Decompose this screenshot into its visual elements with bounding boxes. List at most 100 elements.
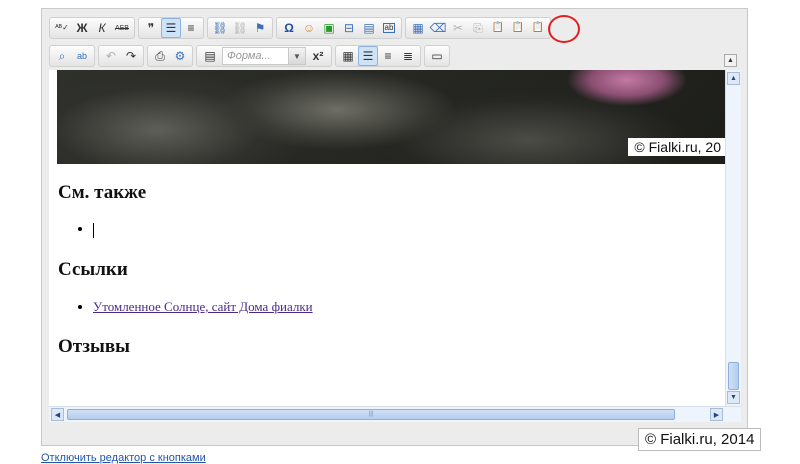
undo-icon: ↶ [105, 49, 117, 63]
align-left-button[interactable]: ☰ [358, 46, 378, 66]
spellcheck-button[interactable]: ᴬᴮ✓ [52, 18, 72, 38]
source-button[interactable]: ▦ [408, 18, 428, 38]
unlink-button[interactable]: ⛓ [230, 18, 250, 38]
anchor-button[interactable]: ⚑ [250, 18, 270, 38]
toolbar-group-text: ᴬᴮ✓ Ж К АБВ [49, 17, 135, 39]
strikethrough-icon: АБВ [115, 24, 129, 32]
media-button[interactable]: ▤ [359, 18, 379, 38]
chevron-down-icon: ▼ [288, 48, 305, 64]
scroll-up-button[interactable]: ▲ [727, 72, 740, 85]
toolbar-group-lists: ❞ ☰ ≡ [138, 17, 204, 39]
heading-links: Ссылки [58, 259, 128, 280]
toolbar-group-find: ⌕ ab [49, 45, 95, 67]
media-icon: ▤ [363, 21, 375, 35]
paste-icon: 📋 [491, 22, 505, 33]
paste-word-button[interactable]: 📋 [528, 18, 548, 38]
toolbar-group-links: ⛓ ⛓ ⚑ [207, 17, 273, 39]
toolbar-group-format: ▤ Форма... ▼ x² [196, 45, 332, 67]
special-char-button[interactable]: Ω [279, 18, 299, 38]
horizontal-rule-icon: ▭ [431, 49, 443, 63]
table-icon: ⊟ [343, 21, 355, 35]
toolbar-group-align: ▦ ☰ ≡ ≣ [335, 45, 421, 67]
bold-button[interactable]: Ж [72, 18, 92, 38]
image-button[interactable]: ▣ [319, 18, 339, 38]
vertical-scroll-thumb[interactable] [728, 362, 739, 390]
smiley-button[interactable]: ☺ [299, 18, 319, 38]
format-select[interactable]: Форма... ▼ [222, 47, 306, 65]
external-link[interactable]: Утомленное Солнце, сайт Дома фиалки [93, 299, 313, 314]
format-select-value: Форма... [227, 50, 271, 62]
preview-button[interactable]: ⎙ [150, 46, 170, 66]
redo-button[interactable]: ↷ [121, 46, 141, 66]
see-also-list [79, 221, 94, 238]
editor-content[interactable]: © Fialki.ru, 20 См. также Ссылки Утомлен… [49, 70, 725, 406]
italic-button[interactable]: К [92, 18, 112, 38]
unlink-icon: ⛓ [232, 21, 248, 35]
blockquote-button[interactable]: ❞ [141, 18, 161, 38]
textfield-icon: ab [382, 23, 396, 33]
superscript-button[interactable]: x² [308, 46, 328, 66]
horizontal-scrollbar[interactable]: ◀ ||| ▶ [49, 406, 741, 422]
numbered-list-icon: ≡ [187, 21, 195, 35]
list-item[interactable] [93, 221, 94, 238]
paste-text-icon: 📋 [511, 22, 525, 33]
toolbar-group-hr: ▭ [424, 45, 450, 67]
find-button[interactable]: ⌕ [52, 46, 72, 66]
preview-icon: ⎙ [155, 49, 165, 63]
spellcheck-icon: ᴬᴮ✓ [55, 23, 69, 32]
cut-icon: ✂ [452, 21, 464, 35]
paragraph-icon: ▤ [204, 49, 216, 63]
violet-photo: © Fialki.ru, 20 [57, 70, 725, 164]
image-icon: ▣ [323, 21, 335, 35]
numbered-list-button[interactable]: ≡ [181, 18, 201, 38]
copy-button[interactable]: ⎘ [468, 18, 488, 38]
link-icon: ⛓ [212, 21, 228, 35]
anchor-flag-icon: ⚑ [254, 21, 266, 35]
copy-icon: ⎘ [473, 21, 483, 35]
heading-reviews: Отзывы [58, 336, 130, 357]
textfield-button[interactable]: ab [379, 18, 399, 38]
links-list: Утомленное Солнце, сайт Дома фиалки [79, 299, 313, 315]
bullet-list-button[interactable]: ☰ [161, 18, 181, 38]
horizontal-rule-button[interactable]: ▭ [427, 46, 447, 66]
cut-button[interactable]: ✂ [448, 18, 468, 38]
bold-icon: Ж [76, 21, 88, 35]
disable-editor-link[interactable]: Отключить редактор с кнопками [41, 452, 206, 464]
photo-caption: © Fialki.ru, 20 [628, 138, 725, 156]
scroll-right-button[interactable]: ▶ [710, 408, 723, 421]
paste-word-icon: 📋 [531, 22, 545, 33]
blockquote-icon: ❞ [147, 21, 155, 35]
smiley-icon: ☺ [302, 21, 316, 35]
align-right-icon: ≣ [402, 49, 414, 63]
watermark: © Fialki.ru, 2014 [638, 428, 762, 451]
scroll-down-button[interactable]: ▼ [727, 391, 740, 404]
align-right-button[interactable]: ≣ [398, 46, 418, 66]
align-center-icon: ≡ [384, 49, 392, 63]
eraser-button[interactable]: ⌫ [428, 18, 448, 38]
align-center-button[interactable]: ≡ [378, 46, 398, 66]
collapse-toolbar-button[interactable]: ▲ [724, 54, 737, 67]
align-left-icon: ☰ [362, 49, 374, 63]
toolbar-group-insert: Ω ☺ ▣ ⊟ ▤ ab [276, 17, 402, 39]
scroll-left-button[interactable]: ◀ [51, 408, 64, 421]
binoculars-icon: ⌕ [58, 49, 66, 63]
settings-button[interactable]: ⚙ [170, 46, 190, 66]
italic-icon: К [98, 21, 106, 35]
list-item: Утомленное Солнце, сайт Дома фиалки [93, 299, 313, 315]
paste-text-button[interactable]: 📋 [508, 18, 528, 38]
paste-button[interactable]: 📋 [488, 18, 508, 38]
text-caret [93, 222, 94, 238]
table-button[interactable]: ⊟ [339, 18, 359, 38]
horizontal-scroll-thumb[interactable]: ||| [67, 409, 675, 420]
redo-icon: ↷ [125, 49, 137, 63]
source-icon: ▦ [412, 21, 424, 35]
undo-button[interactable]: ↶ [101, 46, 121, 66]
paragraph-button[interactable]: ▤ [200, 46, 220, 66]
table-props-button[interactable]: ▦ [338, 46, 358, 66]
toolbar-group-clipboard: ▦ ⌫ ✂ ⎘ 📋 📋 📋 [405, 17, 551, 39]
strikethrough-button[interactable]: АБВ [112, 18, 132, 38]
vertical-scrollbar[interactable]: ▲ ▼ [725, 70, 741, 406]
link-button[interactable]: ⛓ [210, 18, 230, 38]
replace-button[interactable]: ab [72, 46, 92, 66]
gear-icon: ⚙ [174, 49, 186, 63]
